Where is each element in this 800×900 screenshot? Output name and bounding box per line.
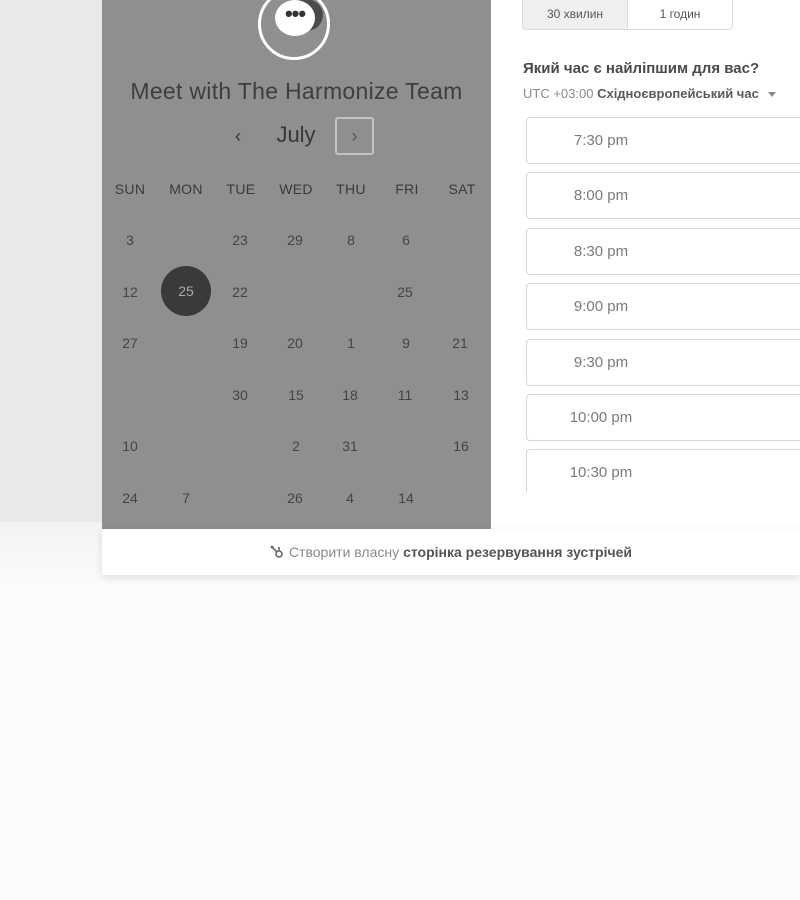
time-slot-label: 10:00 pm — [569, 408, 633, 426]
calendar-day[interactable]: 30 — [220, 387, 260, 403]
time-slot-button[interactable]: 9:00 pm — [526, 283, 800, 331]
time-slot-label: 8:30 pm — [573, 242, 629, 260]
weekday-sun: SUN — [114, 181, 146, 197]
weekday-sat: SAT — [448, 181, 476, 197]
time-slot-button[interactable]: 8:30 pm — [526, 227, 800, 275]
calendar-day[interactable]: 19 — [220, 335, 260, 351]
weekday-tue: TUE — [226, 181, 256, 197]
weekday-wed: WED — [279, 181, 313, 197]
month-label: July — [276, 122, 316, 147]
duration-60-button[interactable]: 1 годин — [628, 0, 732, 29]
calendar-day[interactable]: 15 — [276, 387, 316, 403]
calendar-day[interactable]: 7 — [166, 490, 206, 506]
time-slot-label: 9:00 pm — [573, 298, 629, 316]
calendar-day[interactable]: 10 — [110, 438, 150, 454]
calendar-day[interactable]: 29 — [275, 232, 315, 248]
calendar-day[interactable]: 3 — [110, 232, 150, 248]
calendar-day[interactable]: 25 — [385, 284, 425, 300]
calendar-day[interactable]: 26 — [275, 490, 315, 506]
duration-30-button[interactable]: 30 хвилин — [523, 0, 628, 29]
time-slot-button[interactable]: 10:30 pm — [526, 449, 800, 492]
bubble-dots: ••• — [275, 0, 315, 36]
selected-calendar-day[interactable]: 25 — [161, 266, 211, 316]
time-question: Який час є найліпшим для вас? — [523, 60, 760, 77]
calendar-day[interactable]: 2 — [276, 438, 316, 454]
calendar-day[interactable]: 16 — [441, 438, 481, 454]
calendar-day[interactable]: 31 — [330, 438, 370, 454]
calendar-day[interactable]: 18 — [330, 387, 370, 403]
hubspot-icon — [270, 545, 283, 558]
time-slot-button[interactable]: 8:00 pm — [526, 172, 800, 220]
weekday-fri: FRI — [395, 181, 419, 197]
calendar-day[interactable]: 21 — [440, 335, 480, 351]
footer-prefix: Створити власну — [288, 544, 400, 560]
calendar-day[interactable]: 20 — [275, 335, 315, 351]
footer: Створити власну сторінка резервування зу… — [102, 529, 800, 575]
time-slot-label: 9:30 pm — [573, 353, 629, 371]
calendar-day[interactable]: 24 — [110, 490, 150, 506]
timezone-selector[interactable]: UTC +03:00 Східноєвропейський час — [523, 86, 777, 101]
calendar-day[interactable]: 14 — [386, 490, 426, 506]
time-slot-button[interactable]: 10:00 pm — [526, 393, 800, 441]
page-background-lower — [0, 522, 102, 582]
footer-link[interactable]: сторінка резервування зустрічей — [403, 544, 632, 560]
calendar-day[interactable]: 22 — [220, 284, 260, 300]
meeting-title: Meet with The Harmonize Team — [130, 78, 463, 104]
weekday-thu: THU — [336, 181, 366, 197]
calendar-day[interactable]: 9 — [386, 335, 426, 351]
next-month-button[interactable]: › — [335, 117, 374, 155]
calendar-day[interactable]: 8 — [331, 232, 371, 248]
calendar-day[interactable]: 1 — [331, 335, 371, 351]
time-slot-label: 7:30 pm — [573, 132, 629, 149]
time-slot-list[interactable]: 7:30 pm 8:00 pm 8:30 pm 9:00 pm 9:30 pm … — [526, 117, 800, 492]
calendar-day[interactable]: 13 — [441, 387, 481, 403]
calendar-day[interactable]: 4 — [330, 490, 370, 506]
timezone-name: Східноєвропейський час — [597, 86, 759, 101]
calendar-day[interactable]: 11 — [385, 387, 425, 403]
time-slot-label: 10:30 pm — [569, 464, 633, 482]
time-slot-button[interactable]: 9:30 pm — [526, 338, 800, 386]
time-slot-label: 8:00 pm — [573, 187, 629, 205]
previous-month-button[interactable]: ‹ — [222, 120, 254, 152]
timezone-offset: UTC +03:00 — [523, 86, 594, 101]
page-background — [0, 0, 102, 522]
calendar-day[interactable]: 27 — [110, 335, 150, 351]
caret-down-icon — [768, 92, 777, 98]
time-slot-button[interactable]: 7:30 pm — [526, 117, 800, 164]
calendar-day[interactable]: 12 — [110, 284, 150, 300]
duration-toggle: 30 хвилин 1 годин — [522, 0, 733, 30]
calendar-day[interactable]: 23 — [220, 232, 260, 248]
calendar-day[interactable]: 6 — [386, 232, 426, 248]
weekday-mon: MON — [169, 181, 203, 197]
